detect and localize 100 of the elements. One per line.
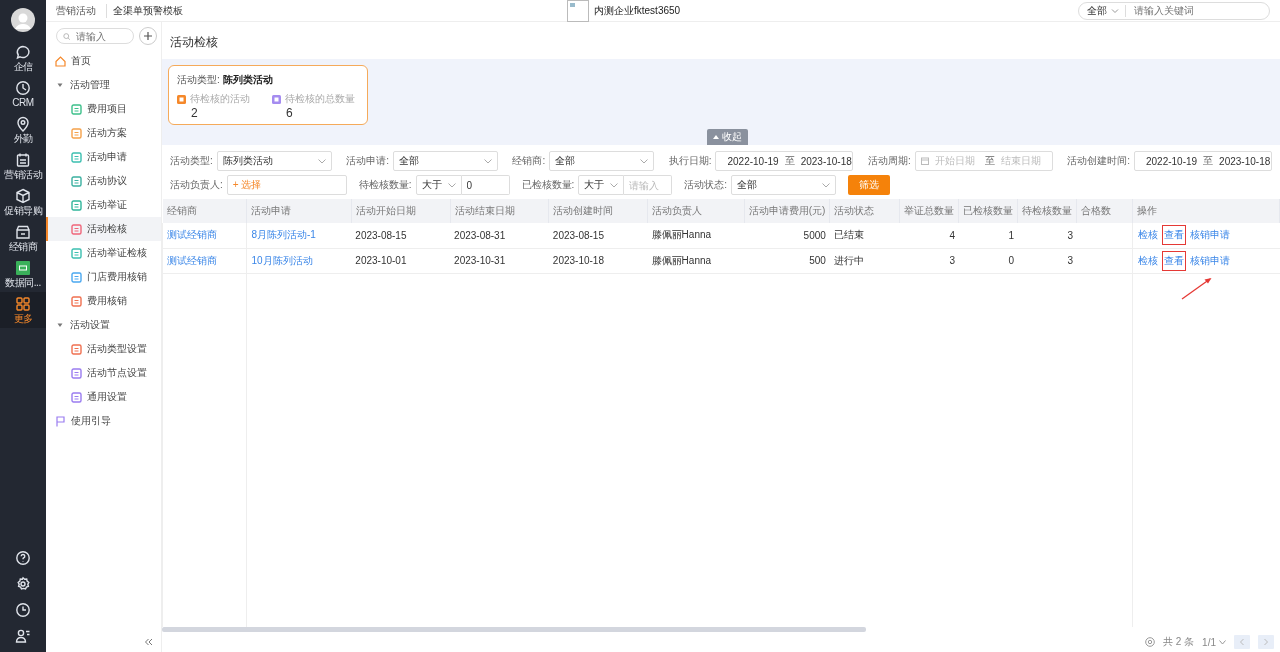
filter-label: 活动状态: — [684, 178, 728, 192]
column-header: 活动开始日期 — [351, 199, 451, 223]
table-cell: 进行中 — [833, 254, 864, 266]
caret-down-icon — [56, 321, 64, 329]
chevron-down-icon — [484, 158, 492, 164]
horizontal-scrollbar[interactable] — [162, 627, 867, 632]
action-link[interactable]: 核销申请 — [1189, 226, 1232, 245]
rail-item[interactable]: 更多 — [0, 292, 46, 328]
sidebar-group[interactable]: 活动设置 — [46, 313, 161, 337]
stat-label: 待检核的总数量 — [285, 92, 355, 106]
sidebar-item[interactable]: 活动举证 — [46, 193, 161, 217]
select-field[interactable]: 陈列类活动 — [216, 151, 332, 171]
page-select[interactable]: 1/1 — [1202, 636, 1226, 648]
sidebar-item[interactable]: 首页 — [46, 49, 161, 73]
table-cell: 已结束 — [833, 229, 864, 241]
date-range-field[interactable]: 2022-10-19 至 2023-10-18 — [715, 151, 854, 171]
document-icon — [71, 127, 82, 139]
sidebar-item[interactable]: 活动节点设置 — [46, 361, 161, 385]
table-cell: 2023-10-18 — [552, 255, 604, 266]
chevron-down-icon — [822, 182, 831, 188]
rail-item[interactable]: 外勤 — [0, 112, 46, 148]
table-cell: 2023-08-15 — [355, 229, 407, 241]
document-icon — [71, 391, 82, 403]
action-link[interactable]: 检核 — [1137, 251, 1160, 270]
table-link[interactable]: 10月陈列活动 — [251, 254, 313, 266]
caret-down-icon — [56, 81, 64, 89]
table-cell: 3 — [1067, 255, 1073, 266]
search-scope[interactable]: 全部 — [1087, 4, 1107, 17]
sidebar-item[interactable]: 活动申请 — [46, 145, 161, 169]
filter-label: 活动创建时间: — [1067, 154, 1130, 168]
operator-select[interactable]: 大于 — [578, 175, 625, 195]
sidebar-item[interactable]: 活动检核 — [46, 217, 161, 241]
table-link[interactable]: 测试经销商 — [167, 254, 217, 266]
sidebar-item[interactable]: 活动举证检核 — [46, 241, 161, 265]
rail-item[interactable]: 经销商 — [0, 220, 46, 256]
chat-bubble-icon — [15, 44, 31, 60]
sidebar-item[interactable]: 活动类型设置 — [46, 337, 161, 361]
table-cell: 滕佩丽Hanna — [651, 254, 712, 266]
sidebar-item[interactable]: 活动协议 — [46, 169, 161, 193]
table-link[interactable]: 测试经销商 — [167, 229, 217, 241]
sidebar-item[interactable]: 费用项目 — [46, 97, 161, 121]
action-link[interactable]: 检核 — [1137, 226, 1160, 245]
user-list-icon[interactable] — [15, 628, 31, 644]
stat-value: 6 — [285, 106, 294, 120]
cube-icon — [15, 188, 31, 204]
sidebar-item[interactable]: 使用引导 — [46, 409, 161, 433]
date-range-field[interactable]: 2022-10-19 至 2023-10-18 — [1133, 151, 1272, 171]
total-count: 共 2 条 — [1162, 635, 1195, 649]
rail-item[interactable]: CRM — [0, 76, 46, 112]
table-cell: 2023-10-01 — [355, 255, 407, 266]
column-header: 待检核数量 — [1017, 199, 1077, 223]
table-cell: 0 — [1008, 255, 1014, 266]
collapse-icon[interactable] — [144, 638, 153, 646]
rail-item[interactable]: 促销导购 — [0, 184, 46, 220]
filter-label: 活动申请: — [346, 154, 389, 168]
sidebar-item[interactable]: 通用设置 — [46, 385, 161, 409]
search-field[interactable]: 请输入 — [74, 29, 127, 43]
sidebar-item[interactable]: 活动方案 — [46, 121, 161, 145]
calendar-icon — [15, 152, 31, 168]
add-button[interactable] — [139, 27, 157, 45]
search-field[interactable]: 请输入关键词 — [1132, 4, 1261, 17]
column-header: 活动申请费用(元) — [744, 199, 830, 223]
caret-icon — [1111, 7, 1119, 14]
select-field[interactable]: 全部 — [393, 151, 498, 171]
clock-icon — [15, 80, 31, 96]
clock-icon[interactable] — [15, 602, 31, 618]
rail-item[interactable]: 营销活动 — [0, 148, 46, 184]
select-field[interactable]: 全部 — [731, 175, 837, 195]
calendar-icon — [920, 157, 929, 165]
action-link[interactable]: 查看 — [1163, 251, 1186, 270]
action-link[interactable]: 核销申请 — [1189, 251, 1232, 270]
annotation-arrow — [1180, 275, 1214, 301]
number-input[interactable]: 请输入 — [624, 175, 673, 195]
document-icon — [71, 271, 82, 283]
activity-type-label: 活动类型: 陈列类活动 — [177, 73, 274, 87]
document-icon — [71, 151, 82, 163]
sidebar-group[interactable]: 活动管理 — [46, 73, 161, 97]
select-field[interactable]: 全部 — [549, 151, 655, 171]
filter-label: 活动周期: — [867, 154, 911, 168]
chevron-down-icon — [1219, 639, 1226, 645]
table-link[interactable]: 8月陈列活动-1 — [251, 229, 316, 241]
help-icon[interactable] — [15, 550, 31, 566]
column-header: 活动负责人 — [647, 199, 745, 223]
template-link[interactable]: 全渠单预警模板 — [106, 3, 183, 18]
column-header: 合格数 — [1076, 199, 1133, 223]
chevron-down-icon — [640, 158, 649, 164]
settings-icon[interactable] — [15, 576, 31, 592]
operator-select[interactable]: 大于 — [415, 175, 462, 195]
flag-icon — [55, 415, 66, 427]
column-header: 活动创建时间 — [548, 199, 648, 223]
sidebar-item[interactable]: 门店费用核销 — [46, 265, 161, 289]
rail-item[interactable]: 数据同... — [0, 256, 46, 292]
rail-item[interactable]: 企信 — [0, 40, 46, 76]
table-cell: 3 — [1067, 229, 1073, 241]
company-name: 内测企业fktest3650 — [594, 3, 681, 18]
table-cell: 2023-08-31 — [454, 229, 506, 241]
action-link[interactable]: 查看 — [1163, 226, 1186, 245]
filter-label: 已检核数量: — [521, 178, 575, 192]
number-input[interactable]: 0 — [461, 175, 510, 195]
sidebar-item[interactable]: 费用核销 — [46, 289, 161, 313]
